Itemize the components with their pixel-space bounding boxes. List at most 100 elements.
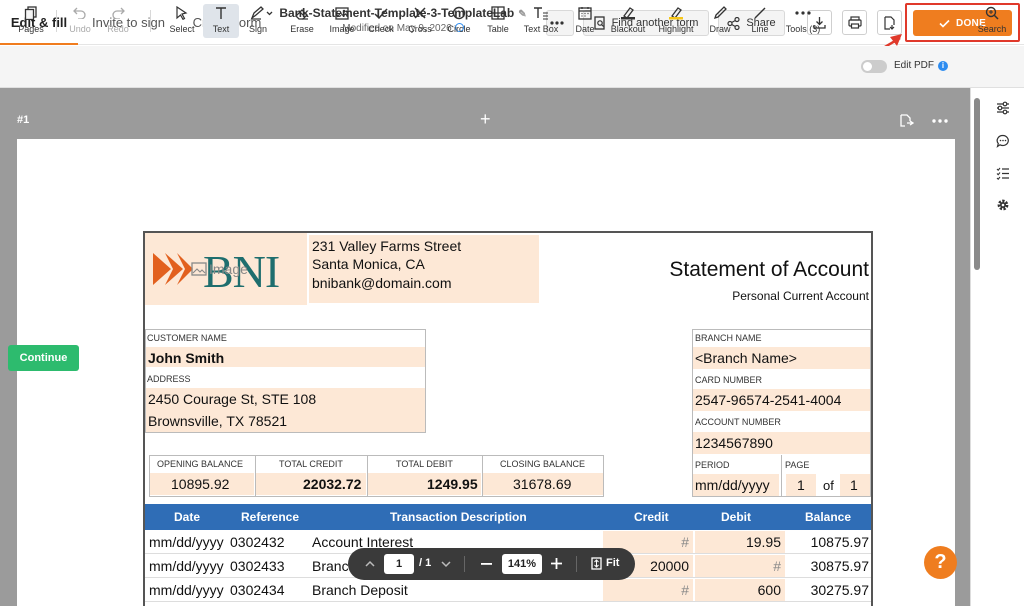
row-date: mm/dd/yyyy [149, 582, 224, 598]
tool-check-label: Check [368, 24, 394, 34]
circle-icon [452, 6, 466, 20]
tool-table[interactable]: Table [481, 4, 515, 38]
search-icon [985, 6, 999, 20]
chevron-down-icon[interactable] [441, 561, 451, 568]
fit-page-icon[interactable] [591, 557, 602, 570]
page-label: PAGE [785, 460, 810, 470]
page-total-label: / 1 [419, 557, 432, 569]
card-number-label: CARD NUMBER [695, 375, 763, 385]
vertical-scrollbar[interactable] [974, 98, 980, 270]
page-total-value: 1 [850, 477, 858, 493]
tool-text[interactable]: Text [203, 4, 239, 38]
column-credit: Credit [634, 510, 669, 524]
statement-title: Statement of Account [669, 258, 869, 281]
tool-draw[interactable]: Draw [703, 4, 737, 38]
info-icon[interactable]: i [938, 61, 949, 71]
tool-date[interactable]: Date [568, 4, 602, 38]
closing-balance-label: CLOSING BALANCE [500, 459, 586, 469]
check-icon [374, 8, 388, 19]
more-tools-icon [795, 11, 811, 15]
tool-highlight[interactable]: Highlight [655, 4, 697, 38]
bank-logo-mark-icon [153, 253, 193, 285]
tool-cross[interactable]: Cross [403, 4, 437, 38]
image-placeholder-icon [191, 262, 207, 276]
zoom-out-icon[interactable] [481, 563, 492, 565]
zoom-level[interactable]: 141% [502, 554, 542, 574]
page-of-label: of [823, 478, 834, 493]
settings-sliders-icon[interactable] [996, 101, 1010, 115]
tool-pages[interactable]: Pages [14, 4, 48, 38]
tool-table-label: Table [487, 24, 509, 34]
credit-field[interactable] [603, 579, 693, 601]
textbox-icon [534, 7, 548, 20]
edit-pdf-toggle[interactable] [861, 60, 887, 73]
undo-icon [73, 7, 86, 19]
draw-icon [713, 6, 727, 20]
column-balance: Balance [805, 510, 852, 524]
tool-circle[interactable]: Circle [442, 4, 476, 38]
row-debit: # [773, 558, 781, 574]
tool-line[interactable]: Line [743, 4, 777, 38]
branch-name: <Branch Name> [695, 350, 797, 366]
tool-search[interactable]: Search [974, 4, 1010, 38]
page-replace-icon[interactable] [898, 114, 915, 128]
text-icon [216, 7, 226, 19]
row-balance: 10875.97 [810, 534, 869, 550]
column-description: Transaction Description [390, 510, 527, 524]
help-button[interactable]: ? [924, 546, 957, 579]
account-number-label: ACCOUNT NUMBER [695, 417, 781, 427]
tool-sign-label: Sign [249, 24, 268, 34]
tool-undo[interactable]: Undo [64, 4, 96, 38]
tool-text-box[interactable]: Text Box [520, 4, 562, 38]
tool-redo-label: Redo [107, 24, 129, 34]
bank-address-line2: Santa Monica, CA [312, 256, 425, 272]
tool-image[interactable]: Image [325, 4, 359, 38]
page-number-input[interactable]: 1 [384, 554, 414, 574]
tool-image-label: Image [329, 24, 355, 34]
total-debit-value: 1249.95 [427, 476, 478, 492]
tool-select[interactable]: Select [165, 4, 199, 38]
column-date: Date [174, 510, 201, 524]
tool-more-tools[interactable]: Tools (3) [782, 4, 824, 38]
row-debit: 19.95 [745, 534, 781, 550]
tool-draw-label: Draw [709, 24, 731, 34]
tool-blackout[interactable]: Blackout [607, 4, 649, 38]
comment-icon[interactable] [996, 134, 1010, 148]
page-zoom-controls: 1 / 1 141% Fit [348, 548, 635, 580]
row-date: mm/dd/yyyy [149, 534, 224, 550]
zoom-in-icon[interactable] [551, 558, 562, 569]
tool-redo[interactable]: Redo [102, 4, 134, 38]
opening-balance-value: 10895.92 [171, 476, 230, 492]
row-credit: 20000 [650, 558, 689, 574]
tool-check[interactable]: Check [364, 4, 398, 38]
checklist-icon[interactable] [996, 166, 1010, 180]
checkmark-icon [939, 19, 950, 28]
logo-field[interactable]: BNI Image [145, 233, 307, 305]
blackout-icon [621, 7, 635, 20]
bank-email: bnibank@domain.com [312, 275, 452, 291]
gear-icon[interactable] [996, 198, 1010, 212]
tool-erase[interactable]: Erase [286, 4, 318, 38]
bank-address-line1: 231 Valley Farms Street [312, 238, 462, 254]
tool-pages-label: Pages [18, 24, 44, 34]
add-page-icon[interactable]: + [480, 109, 491, 130]
highlight-icon [669, 7, 683, 20]
tool-erase-label: Erase [290, 24, 314, 34]
cross-icon [414, 7, 426, 19]
continue-button[interactable]: Continue [8, 345, 79, 371]
eraser-icon [295, 8, 308, 20]
fit-label[interactable]: Fit [606, 557, 619, 569]
chevron-up-icon[interactable] [365, 560, 375, 567]
tool-sign[interactable]: Sign [243, 4, 281, 38]
tool-cross-label: Cross [408, 24, 432, 34]
tool-more-tools-label: Tools (3) [785, 24, 821, 34]
image-placeholder-label: Image [191, 261, 248, 277]
page-more-icon[interactable] [932, 119, 949, 123]
row-description: Branch Deposit [312, 582, 408, 598]
opening-balance-label: OPENING BALANCE [157, 459, 244, 469]
total-credit-value: 22032.72 [303, 476, 362, 492]
debit-field[interactable] [695, 555, 785, 577]
row-reference: 0302432 [230, 534, 285, 550]
account-number: 1234567890 [695, 435, 773, 451]
total-debit-label: TOTAL DEBIT [396, 459, 453, 469]
